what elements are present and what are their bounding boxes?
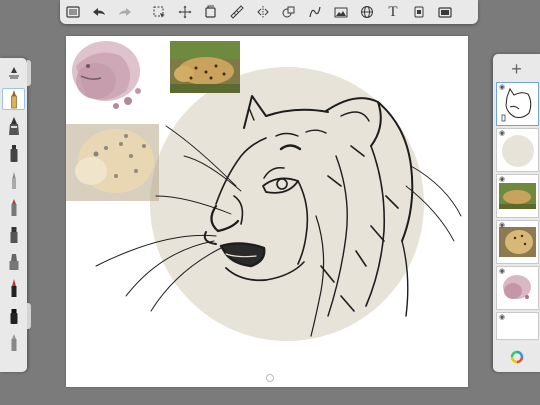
transform-button[interactable]	[172, 0, 198, 24]
text-icon: T	[388, 3, 398, 20]
canvas-artwork	[66, 41, 462, 341]
pen-brush-button[interactable]	[2, 277, 25, 299]
airbrush-brush-icon	[10, 227, 17, 243]
brush-properties-button[interactable]	[2, 62, 25, 84]
eye-icon[interactable]: ◉	[499, 84, 505, 91]
layer-leopard-lying[interactable]: ◉	[496, 174, 539, 218]
fullscreen-icon	[438, 7, 452, 18]
ink-brush-icon	[10, 309, 17, 324]
layer-watercolor[interactable]: ◉	[496, 266, 539, 310]
eraser-brush-button[interactable]	[2, 331, 25, 353]
paintbrush-brush-icon	[11, 172, 16, 189]
pencil-brush-icon	[10, 90, 17, 109]
menu-button[interactable]	[60, 0, 86, 24]
ruler-button[interactable]	[224, 0, 250, 24]
paintbrush-brush-button[interactable]	[2, 169, 25, 191]
undo-icon	[93, 8, 105, 16]
eye-icon[interactable]: ◉	[499, 314, 505, 321]
text-button[interactable]: T	[380, 0, 406, 24]
redo-button[interactable]	[112, 0, 138, 24]
selection-button[interactable]	[146, 0, 172, 24]
eye-icon[interactable]: ◉	[499, 222, 505, 229]
perspective-icon	[361, 6, 373, 18]
menu-icon	[66, 6, 80, 18]
shape-icon	[282, 6, 295, 18]
brush-palette-tab-lower[interactable]	[27, 303, 31, 329]
ink-brush-button[interactable]	[2, 304, 25, 326]
image-import-button[interactable]	[328, 0, 354, 24]
watercolor-reference	[72, 41, 141, 109]
brush-palette	[0, 58, 27, 372]
lying-leopard-reference	[170, 41, 240, 93]
brush-properties-icon	[8, 67, 19, 79]
drawing-canvas[interactable]	[66, 36, 468, 387]
copic-icon	[414, 6, 424, 18]
felt-tip-brush-button[interactable]	[2, 196, 25, 218]
layer-leopard-head[interactable]: ◉	[496, 220, 539, 264]
redo-icon	[119, 8, 131, 16]
fill-button[interactable]	[198, 0, 224, 24]
chisel-brush-button[interactable]	[2, 250, 25, 272]
pencil-brush-button[interactable]	[2, 88, 25, 110]
page-indicator	[266, 374, 274, 382]
felt-tip-brush-icon	[11, 199, 16, 216]
layer-circle[interactable]: ◉	[496, 128, 539, 172]
ruler-icon	[230, 5, 244, 19]
leopard-head-reference	[66, 124, 159, 201]
eye-icon[interactable]: ◉	[499, 268, 505, 275]
airbrush-brush-button[interactable]	[2, 223, 25, 245]
color-editor-button[interactable]	[493, 344, 540, 370]
eye-icon[interactable]: ◉	[499, 176, 505, 183]
undo-button[interactable]	[86, 0, 112, 24]
color-wheel-icon	[510, 350, 523, 364]
ballpoint-brush-icon	[8, 117, 19, 135]
fill-icon	[205, 5, 216, 18]
transform-icon	[178, 5, 192, 19]
ballpoint-brush-button[interactable]	[2, 115, 25, 137]
marker-brush-button[interactable]	[2, 142, 25, 164]
brush-palette-tab[interactable]	[27, 60, 31, 86]
selection-icon	[153, 6, 165, 18]
pen-brush-icon	[11, 279, 16, 297]
marker-brush-icon	[10, 145, 17, 162]
layer-empty[interactable]: ◉	[496, 312, 539, 340]
shape-button[interactable]	[276, 0, 302, 24]
image-import-icon	[334, 7, 348, 18]
perspective-button[interactable]	[354, 0, 380, 24]
layers-panel: + ◉ ◉ ◉ ◉ ◉ ◉	[493, 54, 540, 372]
copic-button[interactable]	[406, 0, 432, 24]
symmetry-button[interactable]	[250, 0, 276, 24]
layer-sketch[interactable]: ◉	[496, 82, 539, 126]
symmetry-icon	[257, 6, 269, 18]
eye-icon[interactable]: ◉	[499, 130, 505, 137]
fullscreen-button[interactable]	[432, 0, 458, 24]
top-toolbar: T	[60, 0, 478, 24]
curve-button[interactable]	[302, 0, 328, 24]
curve-icon	[309, 6, 321, 18]
chisel-brush-icon	[9, 254, 18, 270]
add-layer-button[interactable]: +	[493, 58, 540, 80]
eraser-brush-icon	[11, 334, 16, 351]
